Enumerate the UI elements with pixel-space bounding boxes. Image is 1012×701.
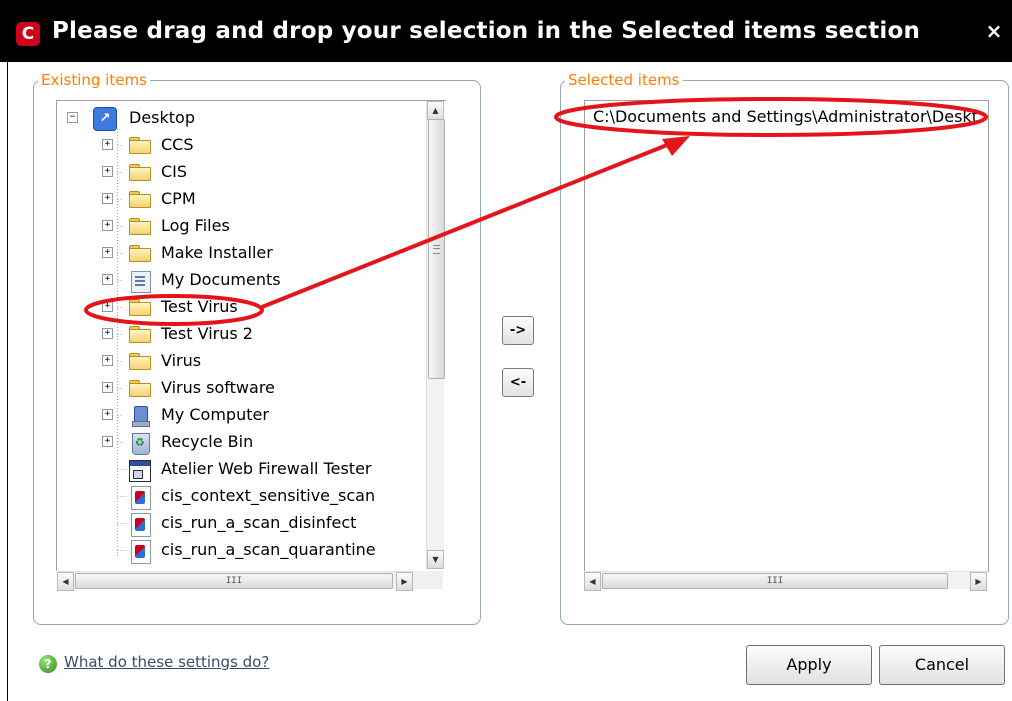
expand-icon[interactable]: + — [102, 409, 113, 420]
tree-item-cis[interactable]: + CIS — [57, 159, 446, 186]
tree-item-log-files[interactable]: + Log Files — [57, 213, 446, 240]
desktop-icon: ↗ — [93, 107, 117, 131]
tree-item-label: Make Installer — [161, 243, 273, 262]
folder-icon — [129, 299, 151, 316]
tree-item-label: Log Files — [161, 216, 230, 235]
expand-icon[interactable]: + — [102, 193, 113, 204]
scroll-right-arrow-icon[interactable]: ▶ — [396, 572, 413, 591]
tree-item-my-documents[interactable]: + My Documents — [57, 267, 446, 294]
apply-button[interactable]: Apply — [746, 645, 872, 685]
tree-item-cpm[interactable]: + CPM — [57, 186, 446, 213]
existing-items-legend: Existing items — [41, 71, 147, 89]
expand-icon[interactable]: + — [102, 274, 113, 285]
tree-item-ccs[interactable]: + CCS — [57, 132, 446, 159]
tree-item-recycle-bin[interactable]: + Recycle Bin — [57, 429, 446, 456]
tree-item-label: cis_context_sensitive_scan — [161, 486, 376, 505]
folder-icon — [129, 191, 151, 208]
tree-item-label: Virus software — [161, 378, 275, 397]
help-icon: ? — [39, 655, 57, 673]
cancel-button[interactable]: Cancel — [879, 645, 1005, 685]
tree-item-label: Test Virus 2 — [161, 324, 253, 343]
tree-item-make-installer[interactable]: + Make Installer — [57, 240, 446, 267]
scroll-down-arrow-icon[interactable]: ▼ — [427, 550, 444, 569]
selected-horizontal-scrollbar[interactable]: ◀ III ▶ — [584, 571, 987, 591]
scrollbar-thumb[interactable]: III — [602, 573, 948, 589]
tree-item-label: CIS — [161, 162, 188, 181]
scan-shortcut-icon — [131, 540, 151, 564]
scrollbar-corner — [413, 571, 443, 589]
remove-from-selected-button[interactable]: <- — [502, 368, 534, 397]
expand-icon[interactable]: + — [102, 355, 113, 366]
selected-item[interactable]: C:\Documents and Settings\Administrator\… — [593, 107, 978, 126]
tree-item-label: cis_run_a_scan_disinfect — [161, 513, 357, 532]
tree-item-label: Atelier Web Firewall Tester — [161, 459, 372, 478]
tree-item-label: CCS — [161, 135, 194, 154]
recycle-bin-icon — [132, 433, 150, 455]
documents-icon — [131, 271, 151, 293]
help-link[interactable]: What do these settings do? — [64, 653, 269, 671]
expand-icon[interactable]: + — [102, 328, 113, 339]
folder-icon — [129, 353, 151, 370]
title-bar: C Please drag and drop your selection in… — [0, 0, 1012, 62]
folder-icon — [129, 218, 151, 235]
expand-icon[interactable]: + — [102, 436, 113, 447]
tree-item-label: Virus — [161, 351, 202, 370]
tree-item-cis-context-sensitive-scan[interactable]: cis_context_sensitive_scan — [57, 483, 446, 510]
application-icon — [129, 460, 151, 482]
expand-icon[interactable]: + — [102, 301, 113, 312]
scrollbar-thumb[interactable]: III — [75, 573, 393, 589]
tree-item-label: My Computer — [161, 405, 269, 424]
scrollbar-grip-icon — [433, 245, 440, 254]
folder-icon — [129, 137, 151, 154]
tree-item-label: CPM — [161, 189, 196, 208]
scan-shortcut-icon — [131, 486, 151, 510]
tree-item-label: Recycle Bin — [161, 432, 254, 451]
scan-shortcut-icon — [131, 513, 151, 537]
selected-items-legend: Selected items — [568, 71, 680, 89]
folder-icon — [129, 164, 151, 181]
comodo-logo-icon: C — [16, 22, 40, 46]
tree-item-atelier-web-firewall-tester[interactable]: Atelier Web Firewall Tester — [57, 456, 446, 483]
expand-icon[interactable]: + — [102, 382, 113, 393]
expand-icon[interactable]: + — [102, 139, 113, 150]
tree-vertical-scrollbar[interactable]: ▲ ▼ — [426, 101, 445, 569]
tree-horizontal-scrollbar[interactable]: ◀ III ▶ — [57, 571, 413, 591]
tree-item-label: Test Virus — [161, 297, 238, 316]
tree-item-label: My Documents — [161, 270, 281, 289]
tree-item-virus[interactable]: + Virus — [57, 348, 446, 375]
tree-item-test-virus[interactable]: + Test Virus — [57, 294, 446, 321]
close-button[interactable]: × — [982, 18, 1006, 44]
expand-icon[interactable]: + — [102, 166, 113, 177]
scroll-left-arrow-icon[interactable]: ◀ — [57, 572, 74, 591]
dialog-title: Please drag and drop your selection in t… — [52, 18, 921, 44]
scroll-right-arrow-icon[interactable]: ▶ — [970, 572, 987, 591]
window-left-border — [7, 62, 8, 701]
collapse-icon[interactable]: − — [67, 112, 78, 123]
tree-item-test-virus-2[interactable]: + Test Virus 2 — [57, 321, 446, 348]
tree-item-desktop[interactable]: − ↗ Desktop — [57, 105, 446, 132]
existing-items-tree[interactable]: − ↗ Desktop + CCS + CIS + CPM + Log File… — [56, 100, 446, 571]
folder-icon — [129, 245, 151, 262]
tree-item-virus-software[interactable]: + Virus software — [57, 375, 446, 402]
scroll-left-arrow-icon[interactable]: ◀ — [584, 572, 601, 591]
expand-icon[interactable]: + — [102, 220, 113, 231]
tree-item-label: Desktop — [129, 108, 195, 127]
selected-items-list[interactable]: C:\Documents and Settings\Administrator\… — [584, 100, 989, 572]
folder-icon — [129, 326, 151, 343]
scroll-up-arrow-icon[interactable]: ▲ — [427, 101, 444, 120]
add-to-selected-button[interactable]: -> — [502, 316, 534, 345]
tree-item-cis-run-a-scan-disinfect[interactable]: cis_run_a_scan_disinfect — [57, 510, 446, 537]
folder-icon — [129, 380, 151, 397]
tree-item-my-computer[interactable]: + My Computer — [57, 402, 446, 429]
expand-icon[interactable]: + — [102, 247, 113, 258]
computer-icon — [131, 406, 150, 427]
scrollbar-thumb[interactable] — [428, 119, 445, 379]
tree-item-label: cis_run_a_scan_quarantine — [161, 540, 376, 559]
tree-item-cis-run-a-scan-quarantine[interactable]: cis_run_a_scan_quarantine — [57, 537, 446, 564]
